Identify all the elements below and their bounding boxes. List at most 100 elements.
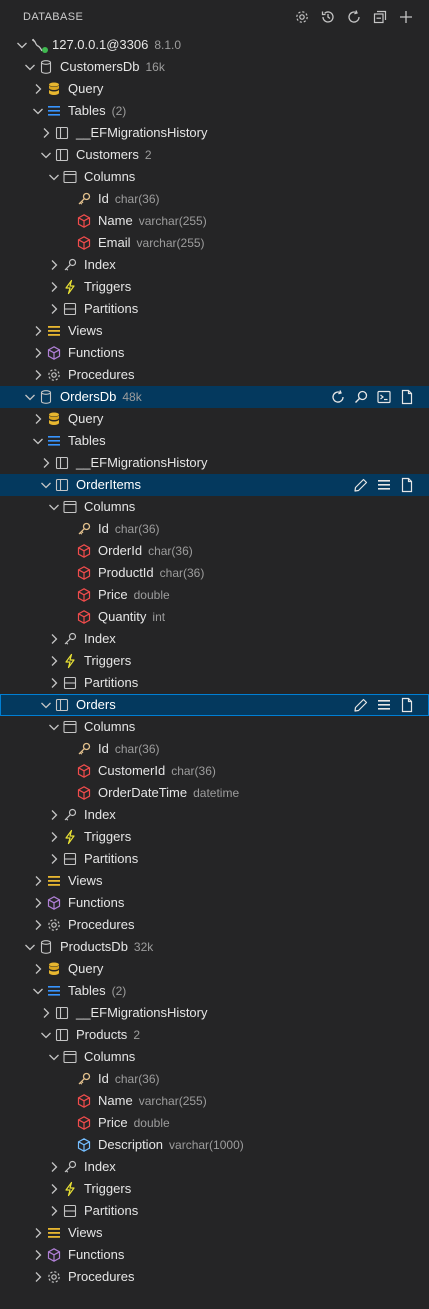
new-file-icon[interactable]: [398, 476, 415, 494]
column-node[interactable]: Name varchar(255): [0, 1090, 429, 1112]
column-node[interactable]: Email varchar(255): [0, 232, 429, 254]
chevron-down-icon[interactable]: [14, 34, 30, 56]
chevron-down-icon[interactable]: [30, 980, 46, 1002]
chevron-right-icon[interactable]: [46, 672, 62, 694]
columns-node[interactable]: Columns: [0, 496, 429, 518]
chevron-down-icon[interactable]: [38, 694, 54, 716]
chevron-right-icon[interactable]: [30, 1266, 46, 1288]
table-node-efmigrationshistory[interactable]: __EFMigrationsHistory: [0, 122, 429, 144]
views-node[interactable]: Views: [0, 320, 429, 342]
chevron-right-icon[interactable]: [30, 914, 46, 936]
index-node[interactable]: Index: [0, 254, 429, 276]
index-node[interactable]: Index: [0, 804, 429, 826]
chevron-right-icon[interactable]: [38, 122, 54, 144]
chevron-down-icon[interactable]: [22, 56, 38, 78]
chevron-right-icon[interactable]: [30, 1244, 46, 1266]
chevron-right-icon[interactable]: [46, 650, 62, 672]
column-node[interactable]: CustomerId char(36): [0, 760, 429, 782]
refresh-icon[interactable]: [329, 388, 346, 406]
columns-node[interactable]: Columns: [0, 166, 429, 188]
chevron-right-icon[interactable]: [30, 364, 46, 386]
tables-node[interactable]: Tables (2): [0, 100, 429, 122]
query-node[interactable]: Query: [0, 958, 429, 980]
functions-node[interactable]: Functions: [0, 342, 429, 364]
chevron-right-icon[interactable]: [30, 892, 46, 914]
chevron-right-icon[interactable]: [30, 870, 46, 892]
chevron-right-icon[interactable]: [46, 1200, 62, 1222]
chevron-right-icon[interactable]: [30, 320, 46, 342]
chevron-right-icon[interactable]: [30, 342, 46, 364]
triggers-node[interactable]: Triggers: [0, 650, 429, 672]
chevron-right-icon[interactable]: [30, 1222, 46, 1244]
tables-node[interactable]: Tables: [0, 430, 429, 452]
chevron-right-icon[interactable]: [46, 276, 62, 298]
partitions-node[interactable]: Partitions: [0, 1200, 429, 1222]
chevron-down-icon[interactable]: [30, 430, 46, 452]
columns-node[interactable]: Columns: [0, 1046, 429, 1068]
database-node-productsdb[interactable]: ProductsDb 32k: [0, 936, 429, 958]
chevron-right-icon[interactable]: [38, 452, 54, 474]
chevron-right-icon[interactable]: [38, 1002, 54, 1024]
column-node[interactable]: Quantity int: [0, 606, 429, 628]
chevron-right-icon[interactable]: [46, 804, 62, 826]
chevron-right-icon[interactable]: [46, 1156, 62, 1178]
new-file-icon[interactable]: [398, 696, 415, 714]
chevron-down-icon[interactable]: [22, 936, 38, 958]
procedures-node[interactable]: Procedures: [0, 364, 429, 386]
database-node-customersdb[interactable]: CustomersDb 16k: [0, 56, 429, 78]
chevron-down-icon[interactable]: [46, 1046, 62, 1068]
gear-icon[interactable]: [293, 8, 311, 26]
columns-node[interactable]: Columns: [0, 716, 429, 738]
chevron-right-icon[interactable]: [46, 848, 62, 870]
table-node-products[interactable]: Products 2: [0, 1024, 429, 1046]
column-node[interactable]: Description varchar(1000): [0, 1134, 429, 1156]
partitions-node[interactable]: Partitions: [0, 298, 429, 320]
column-node[interactable]: Price double: [0, 1112, 429, 1134]
add-icon[interactable]: [397, 8, 415, 26]
chevron-down-icon[interactable]: [46, 496, 62, 518]
table-node-orderitems[interactable]: OrderItems: [0, 474, 429, 496]
column-node[interactable]: Id char(36): [0, 518, 429, 540]
tables-node[interactable]: Tables (2): [0, 980, 429, 1002]
column-node[interactable]: Id char(36): [0, 1068, 429, 1090]
chevron-right-icon[interactable]: [46, 1178, 62, 1200]
pencil-icon[interactable]: [352, 696, 369, 714]
triggers-node[interactable]: Triggers: [0, 276, 429, 298]
table-node-customers[interactable]: Customers 2: [0, 144, 429, 166]
table-node-efmigrationshistory[interactable]: __EFMigrationsHistory: [0, 452, 429, 474]
database-node-ordersdb[interactable]: OrdersDb 48k: [0, 386, 429, 408]
chevron-down-icon[interactable]: [30, 100, 46, 122]
search-icon[interactable]: [352, 388, 369, 406]
procedures-node[interactable]: Procedures: [0, 914, 429, 936]
chevron-right-icon[interactable]: [46, 298, 62, 320]
procedures-node[interactable]: Procedures: [0, 1266, 429, 1288]
partitions-node[interactable]: Partitions: [0, 672, 429, 694]
triggers-node[interactable]: Triggers: [0, 826, 429, 848]
chevron-down-icon[interactable]: [46, 166, 62, 188]
index-node[interactable]: Index: [0, 1156, 429, 1178]
chevron-right-icon[interactable]: [30, 958, 46, 980]
new-file-icon[interactable]: [398, 388, 415, 406]
column-node[interactable]: Id char(36): [0, 738, 429, 760]
column-node[interactable]: ProductId char(36): [0, 562, 429, 584]
chevron-right-icon[interactable]: [46, 628, 62, 650]
list-icon[interactable]: [375, 696, 392, 714]
chevron-right-icon[interactable]: [46, 254, 62, 276]
chevron-down-icon[interactable]: [38, 474, 54, 496]
views-node[interactable]: Views: [0, 870, 429, 892]
table-node-orders[interactable]: Orders: [0, 694, 429, 716]
triggers-node[interactable]: Triggers: [0, 1178, 429, 1200]
column-node[interactable]: Id char(36): [0, 188, 429, 210]
list-icon[interactable]: [375, 476, 392, 494]
chevron-right-icon[interactable]: [30, 78, 46, 100]
chevron-down-icon[interactable]: [22, 386, 38, 408]
column-node[interactable]: Price double: [0, 584, 429, 606]
collapse-all-icon[interactable]: [371, 8, 389, 26]
chevron-right-icon[interactable]: [46, 826, 62, 848]
table-node-efmigrationshistory[interactable]: __EFMigrationsHistory: [0, 1002, 429, 1024]
terminal-icon[interactable]: [375, 388, 392, 406]
functions-node[interactable]: Functions: [0, 1244, 429, 1266]
query-node[interactable]: Query: [0, 408, 429, 430]
column-node[interactable]: OrderDateTime datetime: [0, 782, 429, 804]
index-node[interactable]: Index: [0, 628, 429, 650]
